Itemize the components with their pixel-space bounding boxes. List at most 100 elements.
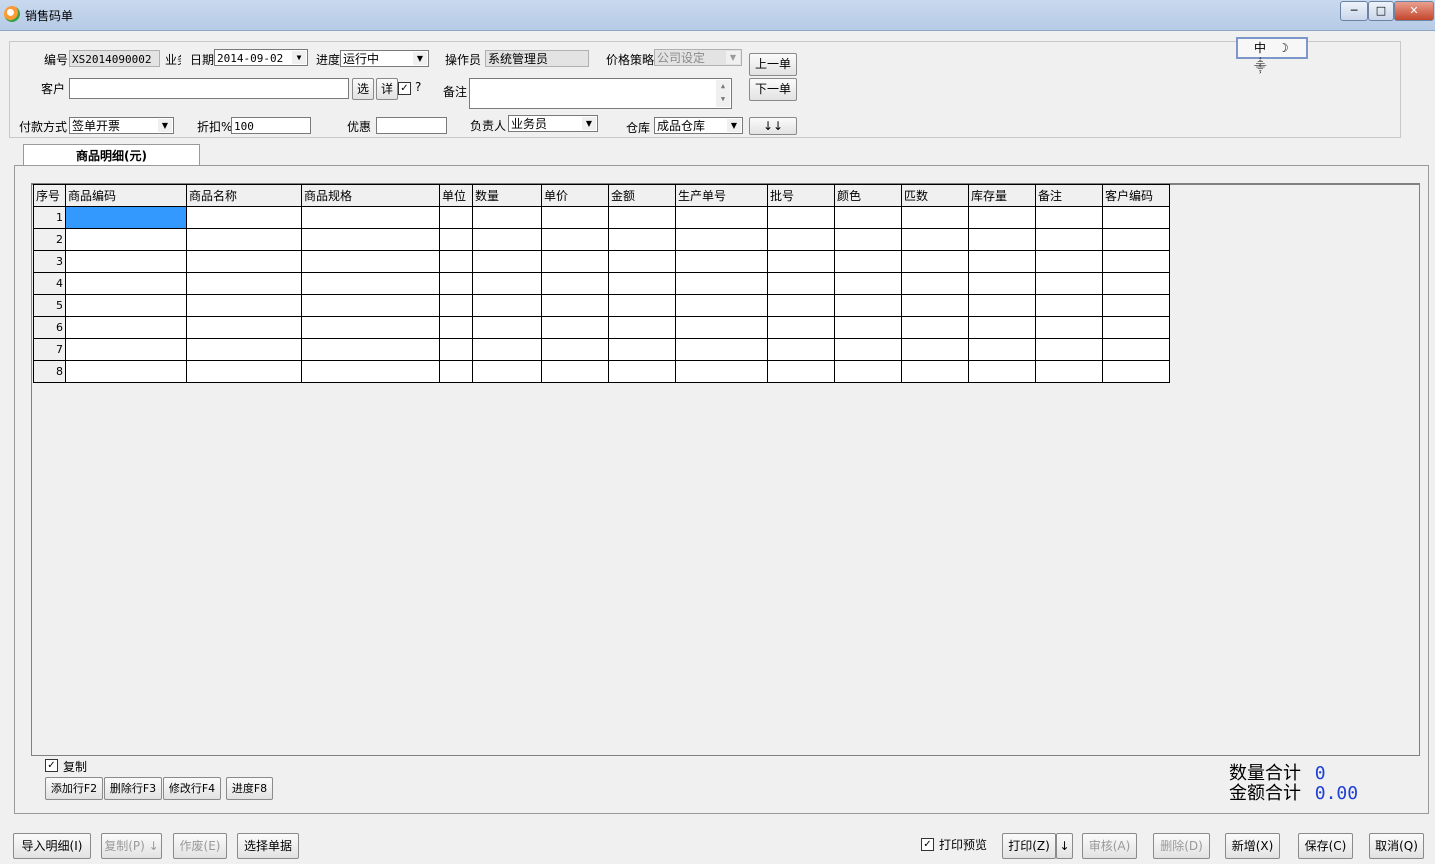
grid-cell[interactable] [767, 338, 835, 361]
col-header[interactable]: 批号 [767, 184, 835, 207]
grid-cell[interactable] [1102, 228, 1170, 251]
grid-cell[interactable] [608, 338, 676, 361]
grid-cell[interactable] [608, 316, 676, 339]
grid-cell[interactable] [1035, 206, 1103, 229]
discount-input[interactable]: 100 [231, 117, 311, 134]
grid-cell[interactable] [675, 294, 768, 317]
grid-cell[interactable] [608, 206, 676, 229]
grid-cell[interactable] [472, 316, 542, 339]
grid-cell[interactable] [439, 250, 473, 273]
row-number[interactable]: 4 [33, 272, 66, 295]
col-header[interactable]: 颜色 [834, 184, 902, 207]
row-number[interactable]: 2 [33, 228, 66, 251]
owner-select[interactable]: 业务员 ▼ [508, 115, 598, 132]
delete-row-button[interactable]: 删除行F3 [104, 777, 162, 800]
grid-cell[interactable] [1035, 250, 1103, 273]
grid-cell[interactable] [1035, 228, 1103, 251]
grid-cell[interactable] [767, 360, 835, 383]
col-header[interactable]: 序号 [33, 184, 66, 207]
grid-cell[interactable] [439, 294, 473, 317]
grid-cell[interactable] [1035, 360, 1103, 383]
cancel-button[interactable]: 取消(Q) [1369, 833, 1424, 859]
grid-cell[interactable] [767, 294, 835, 317]
print-preview-checkbox[interactable]: ✓ [921, 838, 934, 851]
grid-cell[interactable] [472, 250, 542, 273]
grid-cell[interactable] [1102, 250, 1170, 273]
grid-cell[interactable] [65, 228, 187, 251]
payment-select[interactable]: 签单开票 ▼ [69, 117, 174, 134]
customer-checkbox[interactable]: ✓ [398, 82, 411, 95]
grid-cell[interactable] [472, 206, 542, 229]
grid-cell[interactable] [472, 294, 542, 317]
grid-cell[interactable] [1035, 316, 1103, 339]
warehouse-select[interactable]: 成品仓库 ▼ [654, 117, 743, 134]
add-row-button[interactable]: 添加行F2 [45, 777, 103, 800]
grid-cell[interactable] [186, 250, 302, 273]
grid-cell[interactable] [541, 338, 609, 361]
grid-cell[interactable] [472, 272, 542, 295]
new-doc-button[interactable]: 新增(X) [1225, 833, 1280, 859]
print-dropdown-button[interactable]: ↓ [1056, 833, 1073, 859]
grid-cell[interactable] [968, 294, 1036, 317]
progress-button[interactable]: 进度F8 [226, 777, 273, 800]
col-header[interactable]: 库存量 [968, 184, 1036, 207]
grid-cell[interactable] [834, 294, 902, 317]
grid-cell[interactable] [901, 294, 969, 317]
chevron-down-icon[interactable]: ▼ [727, 119, 741, 132]
grid-cell[interactable] [65, 250, 187, 273]
grid-cell[interactable] [186, 206, 302, 229]
grid-cell[interactable] [901, 338, 969, 361]
grid-cell[interactable] [901, 360, 969, 383]
grid-cell[interactable] [541, 206, 609, 229]
grid-cell[interactable] [186, 338, 302, 361]
edit-row-button[interactable]: 修改行F4 [163, 777, 221, 800]
grid-cell[interactable] [901, 250, 969, 273]
grid-cell[interactable] [834, 338, 902, 361]
col-header[interactable]: 商品编码 [65, 184, 187, 207]
grid-cell[interactable] [1035, 338, 1103, 361]
col-header[interactable]: 备注 [1035, 184, 1103, 207]
grid-cell[interactable] [186, 294, 302, 317]
grid-cell[interactable] [901, 228, 969, 251]
grid-cell[interactable] [186, 360, 302, 383]
grid-cell[interactable] [608, 250, 676, 273]
grid-cell[interactable] [968, 206, 1036, 229]
grid-cell[interactable] [675, 228, 768, 251]
grid-cell[interactable] [968, 338, 1036, 361]
question-mark[interactable]: ? [415, 80, 421, 94]
grid-cell[interactable] [439, 360, 473, 383]
col-header[interactable]: 生产单号 [675, 184, 768, 207]
grid-cell[interactable] [834, 206, 902, 229]
grid-cell[interactable] [1102, 316, 1170, 339]
grid-cell[interactable] [541, 294, 609, 317]
grid-cell[interactable] [608, 294, 676, 317]
progress-select[interactable]: 运行中 ▼ [340, 50, 429, 67]
customer-detail-button[interactable]: 详 [376, 78, 398, 100]
grid-cell[interactable] [834, 250, 902, 273]
grid-cell[interactable] [767, 316, 835, 339]
next-doc-button[interactable]: 下一单 [749, 78, 797, 101]
grid-cell[interactable] [65, 272, 187, 295]
col-header[interactable]: 单价 [541, 184, 609, 207]
grid-cell[interactable] [767, 272, 835, 295]
expand-down-button[interactable]: ↓↓ [749, 117, 797, 135]
grid-cell[interactable] [301, 338, 440, 361]
grid-cell[interactable] [541, 316, 609, 339]
grid-cell[interactable] [65, 338, 187, 361]
grid-cell[interactable] [301, 316, 440, 339]
grid-cell[interactable] [1035, 294, 1103, 317]
grid-cell[interactable] [301, 272, 440, 295]
ime-toolbar[interactable]: 中 ☽ ⸎ [1236, 37, 1308, 73]
col-header[interactable]: 商品名称 [186, 184, 302, 207]
grid-cell[interactable] [439, 316, 473, 339]
col-header[interactable]: 数量 [472, 184, 542, 207]
row-number[interactable]: 1 [33, 206, 66, 229]
row-number[interactable]: 7 [33, 338, 66, 361]
prev-doc-button[interactable]: 上一单 [749, 53, 797, 76]
grid-cell[interactable] [1102, 294, 1170, 317]
tab-product-detail[interactable]: 商品明细(元) [23, 144, 200, 167]
grid-cell[interactable] [968, 360, 1036, 383]
grid-cell[interactable] [301, 250, 440, 273]
col-header[interactable]: 金额 [608, 184, 676, 207]
grid-cell[interactable] [767, 228, 835, 251]
